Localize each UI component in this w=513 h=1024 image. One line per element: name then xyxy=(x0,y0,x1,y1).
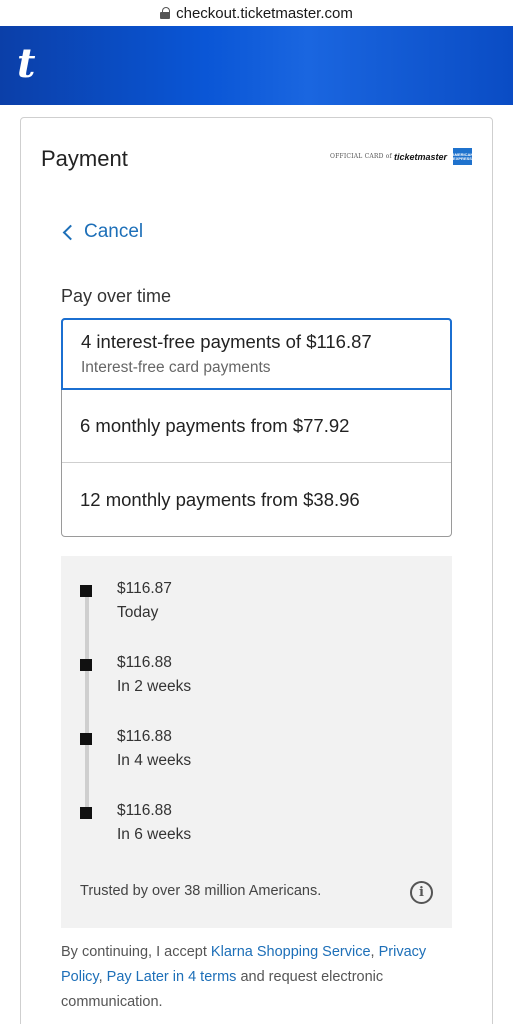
payment-card: Payment OFFICIAL CARD of ticketmaster AM… xyxy=(20,117,493,1024)
section-title: Pay over time xyxy=(61,286,172,306)
schedule-when: Today xyxy=(117,604,159,621)
legal-prefix: By continuing, I accept xyxy=(61,944,211,960)
timeline-dot xyxy=(80,807,92,819)
trusted-text: Trusted by over 38 million Americans. xyxy=(80,883,322,899)
option-title: 12 monthly payments from $38.96 xyxy=(80,488,360,510)
page-title: Payment xyxy=(41,146,128,171)
lock-icon xyxy=(160,7,171,19)
schedule-amount: $116.88 xyxy=(117,654,172,671)
payment-schedule: $116.87 Today $116.88 In 2 weeks $116.88… xyxy=(61,556,452,928)
schedule-when: In 4 weeks xyxy=(117,752,192,769)
chevron-left-icon xyxy=(62,224,79,240)
schedule-step: $116.87 Today xyxy=(61,556,452,621)
legal-sep: , xyxy=(98,969,107,985)
schedule-step: $116.88 In 6 weeks xyxy=(61,778,452,843)
option-title: 6 monthly payments from $77.92 xyxy=(80,415,350,436)
timeline-dot xyxy=(80,659,92,671)
option-title: 4 interest-free payments of $116.87 xyxy=(81,331,372,352)
schedule-step: $116.88 In 4 weeks xyxy=(61,704,452,769)
option-subtitle: Interest-free card payments xyxy=(81,359,271,376)
browser-url-bar[interactable]: checkout.ticketmaster.com xyxy=(0,0,513,26)
amex-prefix: OFFICIAL CARD of xyxy=(329,153,392,160)
schedule-amount: $116.88 xyxy=(117,728,172,745)
ticketmaster-logo[interactable]: t xyxy=(17,44,35,84)
legal-sep: , xyxy=(370,944,379,960)
amex-brand-text: ticketmaster xyxy=(393,151,447,162)
option-12-monthly[interactable]: 12 monthly payments from $38.96 xyxy=(62,463,451,536)
option-4-interest-free[interactable]: 4 interest-free payments of $116.87 Inte… xyxy=(61,318,452,390)
cancel-button[interactable]: Cancel xyxy=(62,221,144,243)
timeline-dot xyxy=(80,733,92,745)
timeline-dot xyxy=(80,585,92,597)
option-6-monthly[interactable]: 6 monthly payments from $77.92 xyxy=(62,390,451,463)
legal-text: By continuing, I accept Klarna Shopping … xyxy=(61,940,456,1015)
brand-header: t xyxy=(0,26,513,105)
schedule-when: In 6 weeks xyxy=(117,826,192,843)
schedule-amount: $116.88 xyxy=(117,802,172,819)
schedule-step: $116.88 In 2 weeks xyxy=(61,630,452,695)
schedule-when: In 2 weeks xyxy=(117,678,192,695)
cancel-label: Cancel xyxy=(84,221,144,242)
amex-logo: AMERICAN EXPRESS xyxy=(452,148,473,165)
klarna-shopping-service-link[interactable]: Klarna Shopping Service xyxy=(211,944,371,960)
url-text: checkout.ticketmaster.com xyxy=(176,4,353,22)
payment-options: 4 interest-free payments of $116.87 Inte… xyxy=(61,318,452,537)
pay-later-terms-link[interactable]: Pay Later in 4 terms xyxy=(107,969,237,985)
schedule-amount: $116.87 xyxy=(117,580,172,597)
info-icon[interactable]: i xyxy=(410,881,433,904)
amex-official-card-badge: OFFICIAL CARD of ticketmaster AMERICAN E… xyxy=(329,148,473,165)
